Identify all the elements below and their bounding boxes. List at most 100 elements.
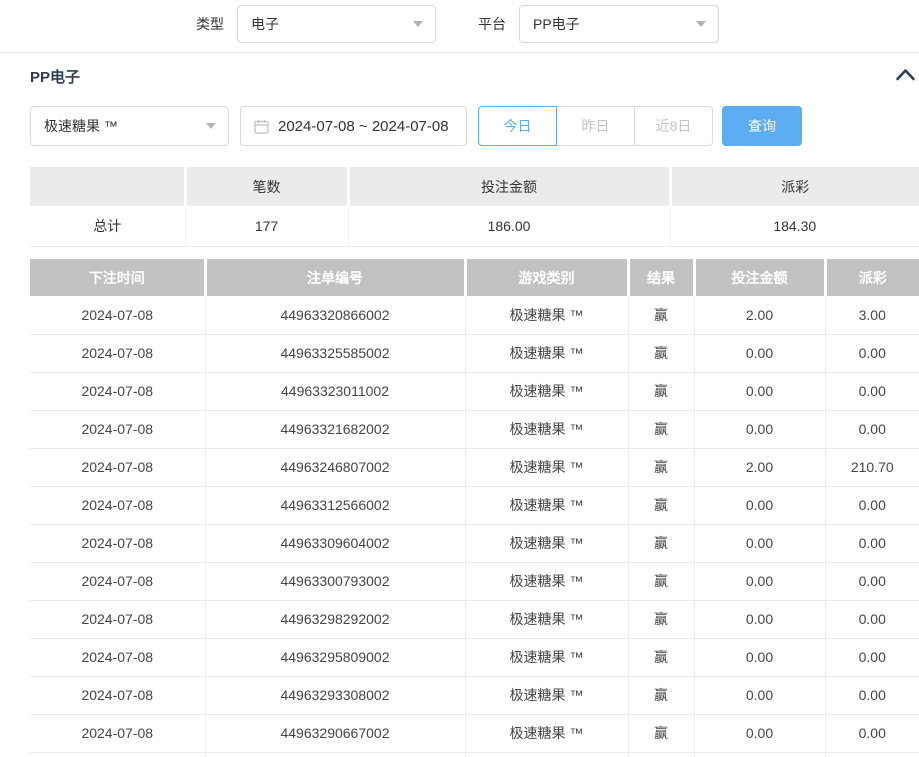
- bet-time-cell: 2024-07-08: [30, 334, 205, 372]
- bet-amount-cell: 0.00: [694, 334, 825, 372]
- bet-time-cell: 2024-07-08: [30, 486, 205, 524]
- chevron-down-icon: [206, 123, 216, 129]
- type-select[interactable]: 电子: [237, 5, 436, 43]
- game-category-cell: [465, 752, 628, 757]
- bet-table-row: 2024-07-0844963309604002极速糖果 ™赢0.000.00: [30, 524, 919, 562]
- bet-table-row: 2024-07-0844963293308002极速糖果 ™赢0.000.00: [30, 676, 919, 714]
- order-number-cell: 44963309604002: [205, 524, 465, 562]
- bet-amount-cell: 0.00: [694, 410, 825, 448]
- result-cell: 赢: [628, 638, 694, 676]
- calendar-icon: [254, 119, 269, 134]
- game-category-cell: 极速糖果 ™: [465, 600, 628, 638]
- bet-amount-cell: 0.00: [694, 638, 825, 676]
- bet-table-row: 2024-07-0844963321682002极速糖果 ™赢0.000.00: [30, 410, 919, 448]
- quick-range-button[interactable]: 近8日: [634, 106, 713, 146]
- result-cell: [628, 752, 694, 757]
- game-category-cell: 极速糖果 ™: [465, 372, 628, 410]
- platform-label: 平台: [478, 14, 506, 34]
- bet-amount-cell: 0.00: [694, 600, 825, 638]
- summary-total-label: 总计: [30, 206, 185, 246]
- platform-select[interactable]: PP电子: [519, 5, 719, 43]
- summary-table: 笔数投注金额派彩 总计177186.00184.30: [30, 167, 919, 247]
- game-category-cell: 极速糖果 ™: [465, 638, 628, 676]
- date-range-picker[interactable]: 2024-07-08 ~ 2024-07-08: [240, 106, 467, 146]
- result-cell: 赢: [628, 486, 694, 524]
- bet-table-body: 2024-07-0844963320866002极速糖果 ™赢2.003.002…: [30, 296, 919, 757]
- order-number-cell: 44963323011002: [205, 372, 465, 410]
- order-number-cell: 44963293308002: [205, 676, 465, 714]
- bet-table-row: 2024-07-0844963295809002极速糖果 ™赢0.000.00: [30, 638, 919, 676]
- summary-bet-amount-value: 186.00: [348, 206, 670, 246]
- order-number-cell: 44963320866002: [205, 296, 465, 334]
- bet-table-header-cell: 下注时间: [30, 259, 205, 296]
- order-number-cell: 44963312566002: [205, 486, 465, 524]
- bet-table-row: 2024-07-0844963323011002极速糖果 ™赢0.000.00: [30, 372, 919, 410]
- order-number-cell: [205, 752, 465, 757]
- section-header: PP电子: [30, 66, 919, 88]
- payout-cell: 0.00: [825, 372, 919, 410]
- bet-time-cell: 2024-07-08: [30, 714, 205, 752]
- divider: [0, 52, 919, 53]
- bet-time-cell: 2024-07-08: [30, 448, 205, 486]
- payout-cell: 0.00: [825, 486, 919, 524]
- bet-time-cell: 2024-07-08: [30, 638, 205, 676]
- result-cell: 赢: [628, 714, 694, 752]
- game-category-cell: 极速糖果 ™: [465, 676, 628, 714]
- platform-filter-group: 平台 PP电子: [478, 5, 719, 43]
- bet-amount-cell: 2.00: [694, 448, 825, 486]
- bet-table-row: 2024-07-0844963246807002极速糖果 ™赢2.00210.7…: [30, 448, 919, 486]
- type-label: 类型: [196, 14, 224, 34]
- game-category-cell: 极速糖果 ™: [465, 524, 628, 562]
- bet-amount-cell: 0.00: [694, 372, 825, 410]
- quick-range-group: 今日昨日近8日: [478, 106, 713, 146]
- game-category-cell: 极速糖果 ™: [465, 562, 628, 600]
- payout-cell: 0.00: [825, 600, 919, 638]
- chevron-up-icon: [895, 69, 916, 84]
- query-button[interactable]: 查询: [722, 106, 802, 146]
- bet-amount-cell: [694, 752, 825, 757]
- bet-amount-cell: 0.00: [694, 486, 825, 524]
- date-range-value: 2024-07-08 ~ 2024-07-08: [278, 118, 449, 135]
- bet-amount-cell: 0.00: [694, 676, 825, 714]
- payout-cell: 3.00: [825, 296, 919, 334]
- order-number-cell: 44963321682002: [205, 410, 465, 448]
- summary-header-cell: 派彩: [670, 167, 919, 206]
- result-cell: 赢: [628, 334, 694, 372]
- bet-time-cell: 2024-07-08: [30, 410, 205, 448]
- game-select[interactable]: 极速糖果 ™: [30, 106, 229, 146]
- quick-range-button[interactable]: 今日: [478, 106, 557, 146]
- game-category-cell: 极速糖果 ™: [465, 410, 628, 448]
- order-number-cell: 44963325585002: [205, 334, 465, 372]
- bet-table-header-cell: 结果: [628, 259, 694, 296]
- payout-cell: 0.00: [825, 714, 919, 752]
- quick-range-button[interactable]: 昨日: [556, 106, 635, 146]
- bet-records-page: 类型 电子 平台 PP电子 PP电子 极速糖果 ™: [0, 0, 919, 757]
- bet-table-row: 2024-07-0844963320866002极速糖果 ™赢2.003.00: [30, 296, 919, 334]
- bet-table-header-cell: 派彩: [825, 259, 919, 296]
- order-number-cell: 44963298292002: [205, 600, 465, 638]
- type-select-value: 电子: [251, 14, 279, 34]
- bet-amount-cell: 0.00: [694, 714, 825, 752]
- result-cell: 赢: [628, 372, 694, 410]
- summary-count-value: 177: [185, 206, 348, 246]
- payout-cell: 0.00: [825, 676, 919, 714]
- bet-time-cell: 2024-07-08: [30, 676, 205, 714]
- summary-header-row: 笔数投注金额派彩: [30, 167, 919, 206]
- result-cell: 赢: [628, 410, 694, 448]
- bet-amount-cell: 2.00: [694, 296, 825, 334]
- chevron-down-icon: [413, 21, 423, 27]
- game-category-cell: 极速糖果 ™: [465, 334, 628, 372]
- bet-table-header-cell: 投注金额: [694, 259, 825, 296]
- type-filter-group: 类型 电子: [196, 5, 436, 43]
- platform-select-value: PP电子: [533, 14, 580, 34]
- collapse-section-button[interactable]: [895, 68, 916, 81]
- order-number-cell: 44963290667002: [205, 714, 465, 752]
- bet-amount-cell: 0.00: [694, 524, 825, 562]
- game-category-cell: 极速糖果 ™: [465, 486, 628, 524]
- payout-cell: 0.00: [825, 562, 919, 600]
- game-select-value: 极速糖果 ™: [44, 116, 118, 136]
- bet-table-row: 2024-07-0844963325585002极速糖果 ™赢0.000.00: [30, 334, 919, 372]
- summary-total-row: 总计177186.00184.30: [30, 206, 919, 246]
- bet-table-row-partial: [30, 752, 919, 757]
- bet-table-row: 2024-07-0844963300793002极速糖果 ™赢0.000.00: [30, 562, 919, 600]
